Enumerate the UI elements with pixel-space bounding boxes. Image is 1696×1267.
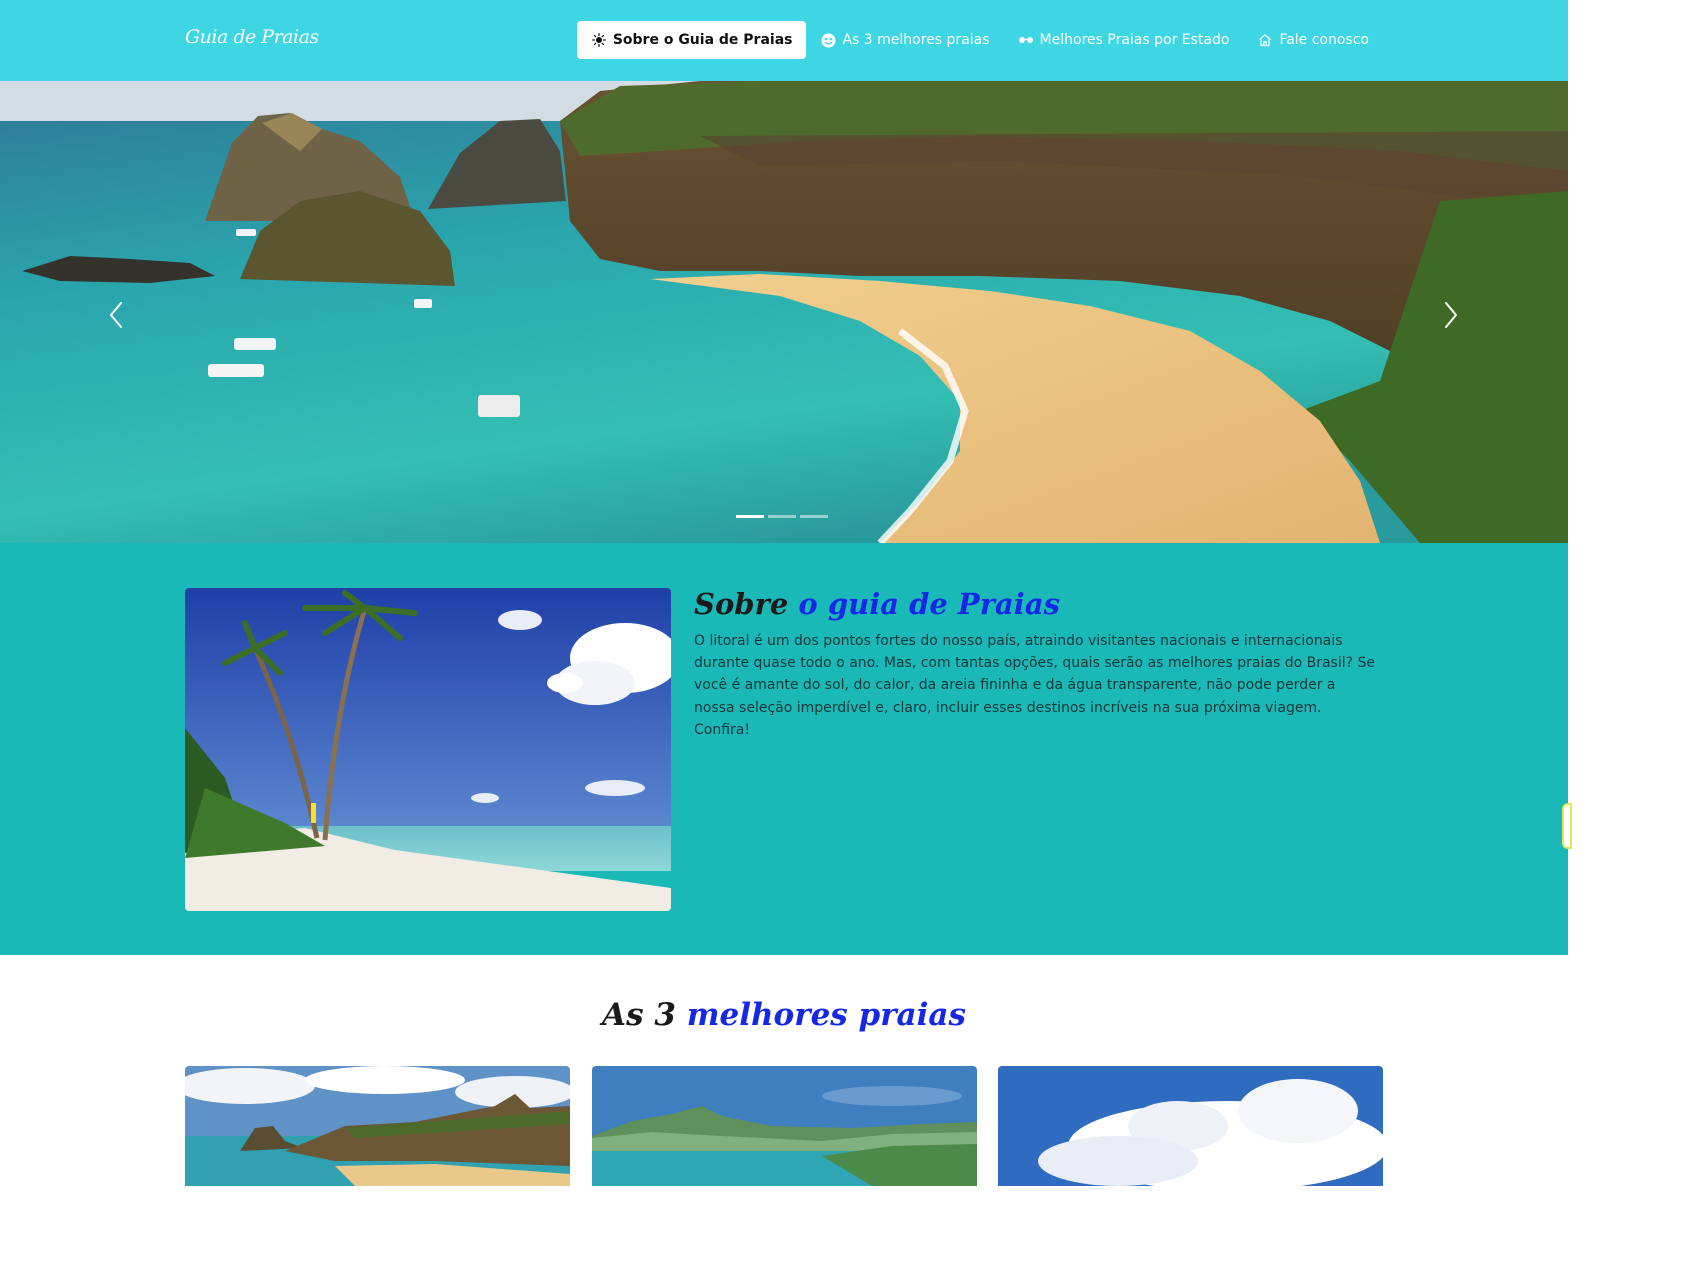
about-title-highlight: o guia de Praias — [798, 587, 1060, 621]
beach-card-2[interactable] — [592, 1066, 977, 1186]
about-text: O litoral é um dos pontos fortes do noss… — [694, 633, 1376, 738]
about-section: Sobre o guia de Praias O litoral é um do… — [0, 543, 1568, 955]
carousel-indicator-1[interactable] — [736, 515, 764, 518]
about-title-plain: Sobre — [694, 587, 789, 621]
chevron-right-icon — [1445, 302, 1457, 328]
top3-title-plain: As 3 — [602, 997, 676, 1033]
hero-beach-image — [0, 81, 1568, 543]
nav-por-estado[interactable]: Melhores Praias por Estado — [1004, 21, 1244, 59]
nav-top3[interactable]: As 3 melhores praias — [806, 21, 1003, 59]
about-beach-photo — [185, 588, 671, 911]
beach-card-3[interactable] — [998, 1066, 1383, 1186]
top3-title-highlight: melhores praias — [686, 997, 966, 1033]
beach-card-2-image — [592, 1066, 977, 1186]
navbar: Guia de Praias Sobre o Guia de Praias As… — [0, 0, 1568, 81]
nav-contato-label: Fale conosco — [1279, 32, 1369, 48]
beach-card-1-image — [185, 1066, 570, 1186]
house-icon — [1257, 33, 1273, 47]
chevron-left-icon — [110, 302, 122, 328]
nav-top3-label: As 3 melhores praias — [842, 32, 990, 48]
nav-sobre-label: Sobre o Guia de Praias — [612, 32, 793, 48]
nav-contato[interactable]: Fale conosco — [1243, 21, 1383, 59]
beach-card-3-image — [998, 1066, 1383, 1186]
carousel-indicator-2[interactable] — [768, 515, 796, 518]
carousel-indicators — [736, 515, 828, 518]
side-feedback-tab[interactable] — [1562, 803, 1572, 849]
nav-sobre[interactable]: Sobre o Guia de Praias — [576, 21, 807, 59]
carousel-indicator-3[interactable] — [800, 515, 828, 518]
sun-icon — [591, 33, 607, 47]
smiley-icon — [820, 33, 836, 48]
beach-card-1[interactable] — [185, 1066, 570, 1186]
about-title: Sobre o guia de Praias — [694, 587, 1060, 621]
carousel-next-button[interactable] — [1431, 295, 1471, 335]
sunglasses-icon — [1018, 35, 1034, 45]
top3-title: As 3 melhores praias — [0, 997, 1568, 1033]
nav-por-estado-label: Melhores Praias por Estado — [1039, 32, 1230, 48]
main-nav: Sobre o Guia de Praias As 3 melhores pra… — [576, 21, 1383, 59]
brand-logo[interactable]: Guia de Praias — [185, 26, 319, 48]
carousel-prev-button[interactable] — [96, 295, 136, 335]
hero-carousel — [0, 81, 1568, 543]
